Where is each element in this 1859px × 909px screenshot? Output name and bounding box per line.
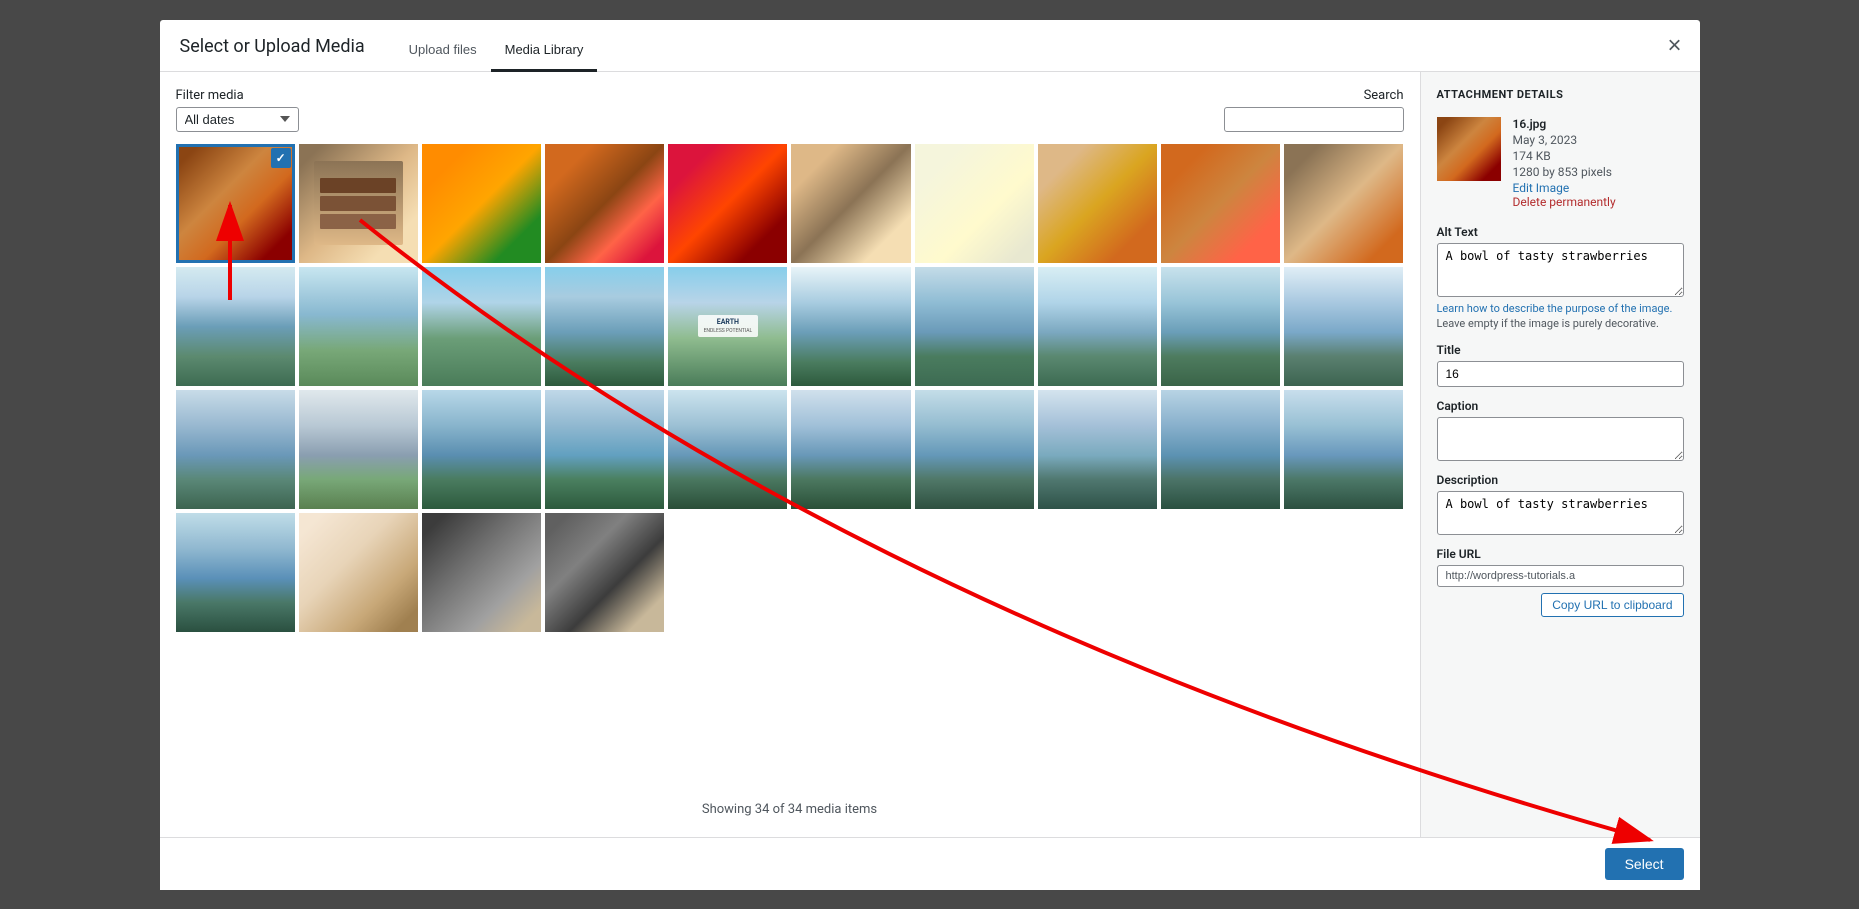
caption-label: Caption — [1437, 399, 1684, 413]
filter-label: Filter media — [176, 88, 299, 103]
media-item[interactable] — [1038, 390, 1157, 509]
modal-title: Select or Upload Media — [180, 36, 365, 71]
modal-header: Select or Upload Media Upload files Medi… — [160, 20, 1700, 72]
alt-text-group: Alt Text A bowl of tasty strawberries Le… — [1437, 225, 1684, 332]
caption-input[interactable] — [1437, 417, 1684, 461]
search-label: Search — [1364, 88, 1404, 103]
alt-text-label: Alt Text — [1437, 225, 1684, 239]
media-item[interactable] — [915, 390, 1034, 509]
media-item[interactable] — [915, 144, 1034, 263]
media-grid: EARTHENDLESS POTENTIAL — [176, 144, 1404, 786]
modal-overlay: Select or Upload Media Upload files Medi… — [0, 0, 1859, 909]
media-item[interactable] — [545, 267, 664, 386]
attachment-thumbnail — [1437, 117, 1501, 181]
description-label: Description — [1437, 473, 1684, 487]
modal-body: Filter media All dates January 2023 Febr… — [160, 72, 1700, 837]
media-item[interactable] — [545, 390, 664, 509]
attachment-meta: 16.jpg May 3, 2023 174 KB 1280 by 853 pi… — [1513, 117, 1616, 209]
attachment-sidebar: ATTACHMENT DETAILS 16.jpg May 3, 2023 17… — [1420, 72, 1700, 837]
modal-footer: Select — [160, 837, 1700, 890]
media-item[interactable] — [791, 267, 910, 386]
media-item[interactable] — [422, 267, 541, 386]
media-footer: Showing 34 of 34 media items — [176, 786, 1404, 821]
media-item[interactable] — [545, 144, 664, 263]
alt-text-help-suffix: Leave empty if the image is purely decor… — [1437, 317, 1659, 330]
file-url-group: File URL Copy URL to clipboard — [1437, 547, 1684, 617]
media-item[interactable] — [1161, 390, 1280, 509]
title-input[interactable] — [1437, 361, 1684, 387]
alt-text-input[interactable]: A bowl of tasty strawberries — [1437, 243, 1684, 297]
media-content: Filter media All dates January 2023 Febr… — [160, 72, 1420, 837]
description-group: Description A bowl of tasty strawberries — [1437, 473, 1684, 535]
media-item-selected[interactable] — [176, 144, 295, 263]
modal-tabs: Upload files Media Library — [395, 34, 598, 71]
delete-image-link[interactable]: Delete permanently — [1513, 195, 1616, 209]
title-group: Title — [1437, 343, 1684, 387]
file-url-label: File URL — [1437, 547, 1684, 561]
select-button[interactable]: Select — [1605, 848, 1684, 880]
media-item[interactable] — [422, 144, 541, 263]
attachment-details-title: ATTACHMENT DETAILS — [1437, 88, 1684, 101]
edit-image-link[interactable]: Edit Image — [1513, 181, 1616, 195]
title-label: Title — [1437, 343, 1684, 357]
media-item[interactable] — [299, 390, 418, 509]
file-url-input[interactable] — [1437, 565, 1684, 587]
caption-group: Caption — [1437, 399, 1684, 461]
copy-url-button[interactable]: Copy URL to clipboard — [1541, 593, 1683, 617]
search-input[interactable] — [1224, 107, 1404, 132]
media-item[interactable] — [791, 390, 910, 509]
learn-how-link[interactable]: Learn how to describe the purpose of the… — [1437, 302, 1673, 315]
media-item[interactable] — [668, 144, 787, 263]
tab-library[interactable]: Media Library — [491, 34, 598, 72]
attachment-filename: 16.jpg — [1513, 117, 1616, 131]
media-item[interactable] — [1038, 267, 1157, 386]
media-item[interactable] — [299, 267, 418, 386]
media-item[interactable] — [176, 267, 295, 386]
media-item[interactable] — [422, 390, 541, 509]
media-item[interactable] — [299, 513, 418, 632]
media-modal: Select or Upload Media Upload files Medi… — [160, 20, 1700, 890]
media-item[interactable] — [791, 144, 910, 263]
media-item[interactable] — [1161, 267, 1280, 386]
media-item[interactable] — [1284, 144, 1403, 263]
description-input[interactable]: A bowl of tasty strawberries — [1437, 491, 1684, 535]
media-item[interactable] — [545, 513, 664, 632]
attachment-date: May 3, 2023 — [1513, 133, 1616, 147]
media-item[interactable] — [176, 390, 295, 509]
media-item[interactable] — [1284, 390, 1403, 509]
tab-upload[interactable]: Upload files — [395, 34, 491, 72]
close-button[interactable]: × — [1663, 30, 1685, 62]
media-item[interactable] — [1038, 144, 1157, 263]
media-item[interactable] — [1161, 144, 1280, 263]
attachment-actions: Edit Image Delete permanently — [1513, 181, 1616, 209]
media-item[interactable] — [668, 390, 787, 509]
media-item[interactable]: EARTHENDLESS POTENTIAL — [668, 267, 787, 386]
filter-bar: Filter media All dates January 2023 Febr… — [176, 88, 1404, 132]
alt-text-help: Learn how to describe the purpose of the… — [1437, 301, 1684, 332]
media-item[interactable] — [915, 267, 1034, 386]
attachment-dimensions: 1280 by 853 pixels — [1513, 165, 1616, 179]
media-item[interactable] — [422, 513, 541, 632]
selection-check — [271, 148, 291, 168]
filter-select[interactable]: All dates January 2023 February 2023 Mar… — [176, 107, 299, 132]
filter-group: Filter media All dates January 2023 Febr… — [176, 88, 299, 132]
media-item[interactable] — [299, 144, 418, 263]
media-count-text: Showing 34 of 34 media items — [702, 802, 877, 817]
attachment-preview: 16.jpg May 3, 2023 174 KB 1280 by 853 pi… — [1437, 117, 1684, 209]
attachment-filesize: 174 KB — [1513, 149, 1616, 163]
media-item[interactable] — [176, 513, 295, 632]
search-group: Search — [1224, 88, 1404, 132]
media-item[interactable] — [1284, 267, 1403, 386]
